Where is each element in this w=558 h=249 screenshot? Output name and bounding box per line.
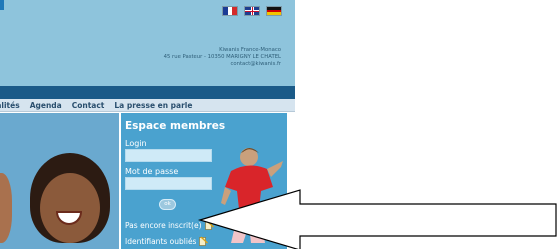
header-banner: Kiwanis France-Monaco 45 rue Pasteur - 1… xyxy=(0,0,295,86)
notepad-icon xyxy=(199,236,209,246)
password-input[interactable] xyxy=(125,177,212,190)
running-child-image xyxy=(221,148,283,243)
notepad-icon xyxy=(204,220,214,230)
address-org: Kiwanis France-Monaco xyxy=(219,47,281,53)
uk-flag-icon[interactable] xyxy=(244,6,260,16)
members-panel: Espace membres Login Mot de passe ok Pas… xyxy=(121,113,287,249)
nav-item-contact[interactable]: Contact xyxy=(67,101,110,110)
register-link[interactable]: Pas encore inscrit(e) xyxy=(125,220,214,230)
address-street: 45 rue Pasteur - 10350 MARIGNY LE CHATEL xyxy=(163,54,281,60)
register-link-label: Pas encore inscrit(e) xyxy=(125,220,202,230)
main-nav: ualités Agenda Contact La presse en parl… xyxy=(0,99,295,112)
german-flag-icon[interactable] xyxy=(266,6,282,16)
children-photo xyxy=(0,113,119,249)
nav-item-actualites[interactable]: ualités xyxy=(0,101,25,110)
login-input[interactable] xyxy=(125,149,212,162)
ok-button[interactable]: ok xyxy=(159,199,176,210)
page: { "header": { "address_lines": ["Kiwanis… xyxy=(0,0,558,249)
french-flag-icon[interactable] xyxy=(222,6,238,16)
forgot-credentials-link[interactable]: Identifiants oubliés xyxy=(125,236,209,246)
password-label: Mot de passe xyxy=(125,167,179,176)
login-label: Login xyxy=(125,139,147,148)
logo-fragment xyxy=(0,0,4,10)
members-title: Espace membres xyxy=(125,120,226,132)
nav-top-bar xyxy=(0,86,295,99)
address-email[interactable]: contact@kiwanis.fr xyxy=(164,61,281,68)
nav-item-agenda[interactable]: Agenda xyxy=(25,101,67,110)
forgot-link-label: Identifiants oubliés xyxy=(125,236,197,246)
contact-address: Kiwanis France-Monaco 45 rue Pasteur - 1… xyxy=(164,47,281,68)
nav-item-presse[interactable]: La presse en parle xyxy=(109,101,197,110)
language-selector xyxy=(222,6,282,16)
